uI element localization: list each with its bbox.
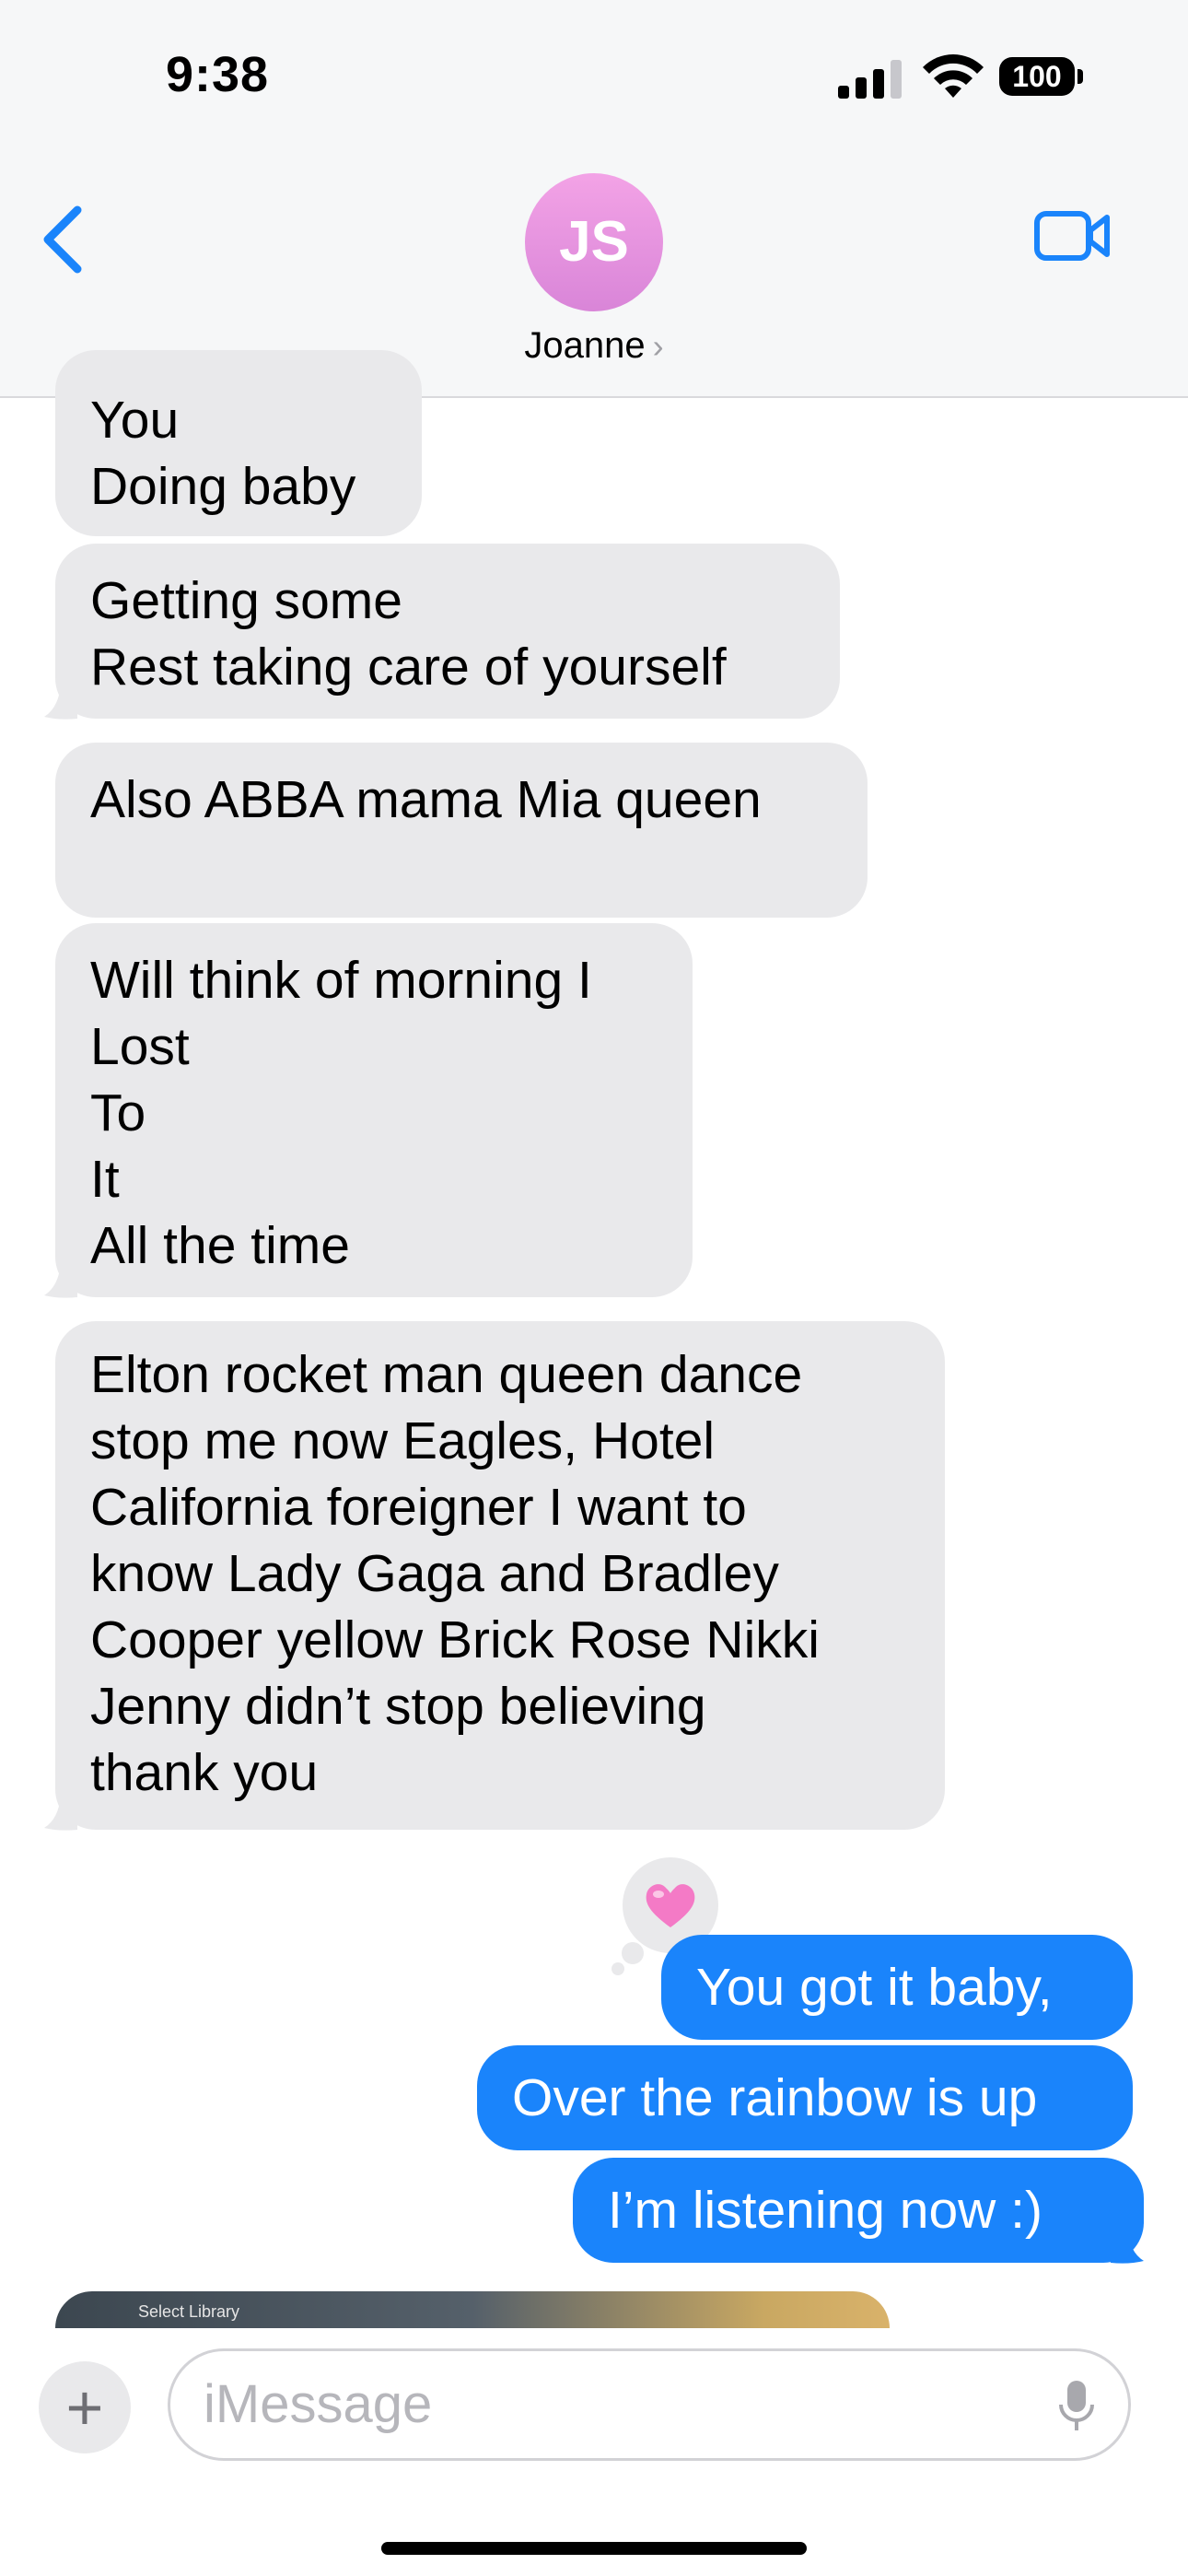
- home-indicator: [381, 2542, 807, 2555]
- battery-icon: 100: [999, 57, 1084, 98]
- cellular-signal-icon: [838, 60, 902, 99]
- received-message[interactable]: Also ABBA mama Mia queen: [55, 743, 868, 918]
- sent-message[interactable]: Over the rainbow is up: [477, 2045, 1133, 2150]
- status-time: 9:38: [166, 47, 270, 102]
- message-input[interactable]: iMessage: [168, 2348, 1131, 2461]
- microphone-icon[interactable]: [1058, 2379, 1095, 2434]
- chevron-right-icon: ›: [652, 327, 664, 365]
- received-message[interactable]: Will think of morning I Lost To It All t…: [55, 923, 693, 1297]
- back-chevron-icon[interactable]: [37, 203, 92, 276]
- received-message[interactable]: You Doing baby: [55, 350, 422, 536]
- video-call-icon[interactable]: [1033, 208, 1111, 263]
- received-message[interactable]: Getting some Rest taking care of yoursel…: [55, 544, 840, 719]
- message-composer: + iMessage: [0, 2328, 1188, 2576]
- bubble-tail: [44, 1262, 77, 1298]
- image-attachment-preview[interactable]: Select Library: [55, 2291, 890, 2328]
- sent-message[interactable]: I’m listening now :): [573, 2158, 1144, 2263]
- contact-name: Joanne: [524, 325, 646, 366]
- add-attachment-button[interactable]: +: [39, 2361, 131, 2453]
- status-bar: 9:38 100: [0, 0, 1188, 157]
- contact-name-button[interactable]: Joanne ›: [479, 325, 709, 371]
- reaction-bubble-dot: [622, 1942, 644, 1964]
- wifi-icon: [923, 54, 984, 98]
- bubble-tail: [1111, 2228, 1144, 2264]
- battery-percent: 100: [1012, 60, 1062, 93]
- sent-message[interactable]: You got it baby,: [661, 1935, 1133, 2040]
- bubble-tail: [44, 684, 77, 720]
- received-message[interactable]: Elton rocket man queen dance stop me now…: [55, 1321, 945, 1830]
- bubble-tail: [44, 1795, 77, 1831]
- media-caption: Select Library: [138, 2302, 240, 2321]
- message-placeholder: iMessage: [204, 2374, 433, 2434]
- reaction-bubble-dot: [611, 1962, 624, 1975]
- contact-avatar[interactable]: JS: [525, 173, 663, 311]
- heart-icon: [646, 1884, 695, 1927]
